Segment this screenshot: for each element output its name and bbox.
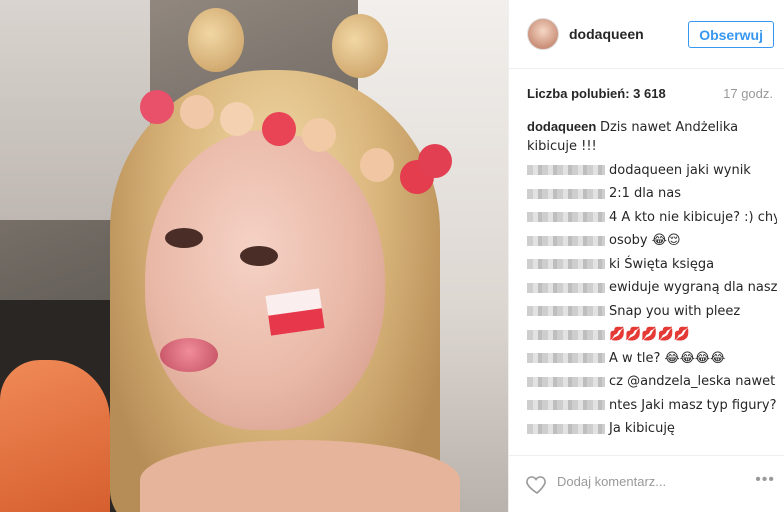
comment-text: A w tle? 😂😂😂😂 (609, 350, 726, 366)
comment-text: 2:1 dla nas (609, 186, 681, 201)
comments-list: dodaqueen Dzis nawet Andżelika kibicuje … (527, 118, 777, 443)
comment-item: 4 A kto nie kibicuje? :) chyba (527, 208, 777, 227)
follow-button[interactable]: Obserwuj (688, 21, 774, 48)
avatar[interactable] (527, 18, 559, 50)
face (145, 130, 385, 430)
comment-item: osoby 😂😌 (527, 231, 777, 250)
cheek-flag (265, 288, 325, 336)
post-stats: Liczba polubień: 3 618 17 godz. (527, 86, 777, 101)
hair-bun-right (332, 14, 388, 78)
blurred-username (527, 212, 605, 223)
comment-item: 💋💋💋💋💋 (527, 325, 777, 344)
blurred-username (527, 353, 605, 364)
comment-item: cz @andzela_leska nawet ty? (527, 372, 777, 391)
comment-item: Snap you with pleez (527, 302, 777, 321)
comment-item: ntes Jaki masz typ figury? (527, 396, 777, 415)
post-side-panel: dodaqueen Obserwuj Liczba polubień: 3 61… (508, 0, 784, 512)
blurred-username (527, 423, 605, 434)
comment-item: ki Święta księga (527, 255, 777, 274)
comment-text: 4 A kto nie kibicuje? :) chyba (609, 209, 777, 225)
blurred-username (527, 282, 605, 293)
flower (418, 144, 452, 178)
blurred-username (527, 376, 605, 387)
flower (140, 90, 174, 124)
blurred-username (527, 329, 605, 340)
comment-text: 💋💋💋💋💋 (609, 327, 690, 342)
comment-text: Ja kibicuję (609, 421, 675, 436)
blurred-username (527, 259, 605, 270)
comment-text: ki Święta księga (609, 256, 715, 272)
comment-item: ewiduje wygraną dla naszych (527, 278, 777, 297)
flower (360, 148, 394, 182)
blurred-username (527, 235, 605, 246)
blurred-username (527, 400, 605, 411)
likes-count[interactable]: Liczba polubień: 3 618 (527, 86, 666, 101)
flower (302, 118, 336, 152)
comment-item: 2:1 dla nas (527, 184, 777, 203)
more-options-icon[interactable]: ••• (755, 471, 775, 489)
post-header: dodaqueen Obserwuj (509, 0, 784, 69)
comment-item: dodaqueen jaki wynik (527, 161, 777, 180)
add-comment-input[interactable]: Dodaj komentarz... (557, 474, 666, 489)
flower (180, 95, 214, 129)
comment-item: dodaqueen Dzis nawet Andżelika kibicuje … (527, 118, 777, 156)
lips (160, 338, 218, 372)
instagram-post: dodaqueen Obserwuj Liczba polubień: 3 61… (0, 0, 784, 512)
blurred-username (527, 188, 605, 199)
hand (0, 360, 110, 512)
comment-text: dodaqueen jaki wynik (609, 162, 751, 178)
comment-text: ewiduje wygraną dla naszych (609, 280, 777, 295)
hair-bun-left (188, 8, 244, 72)
post-footer: Dodaj komentarz... ••• (509, 455, 784, 512)
flower (220, 102, 254, 136)
comment-item: Ja kibicuję (527, 419, 777, 438)
blurred-username (527, 306, 605, 317)
eye-right (240, 246, 278, 266)
eye-left (165, 228, 203, 248)
username-link[interactable]: dodaqueen (569, 26, 644, 42)
post-photo[interactable] (0, 0, 508, 512)
blurred-username (527, 165, 605, 176)
flower (262, 112, 296, 146)
comment-username[interactable]: dodaqueen (527, 119, 596, 134)
comment-text: osoby 😂😌 (609, 233, 681, 248)
comment-text: ntes Jaki masz typ figury? (609, 397, 777, 413)
comment-text: cz @andzela_leska nawet ty? (609, 374, 777, 389)
heart-icon[interactable] (525, 472, 549, 496)
post-time[interactable]: 17 godz. (723, 86, 773, 101)
comment-item: A w tle? 😂😂😂😂 (527, 349, 777, 368)
shoulder (140, 440, 460, 512)
comment-text: Snap you with pleez (609, 303, 741, 319)
